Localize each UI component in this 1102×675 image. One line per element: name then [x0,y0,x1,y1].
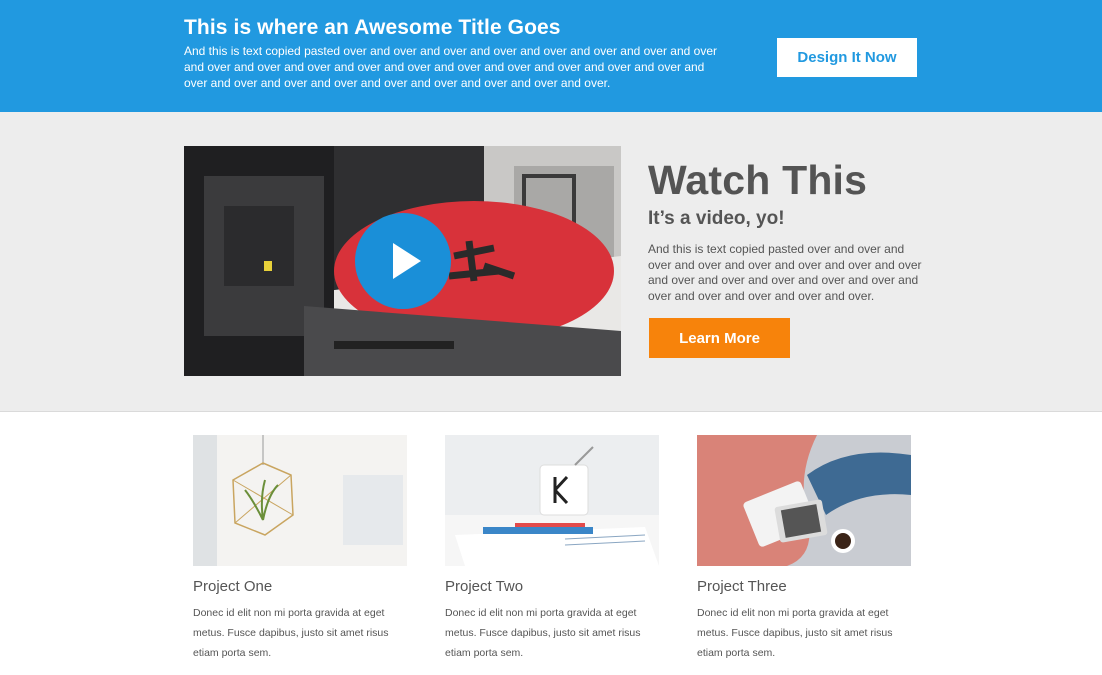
project-card-one: Project One Donec id elit non mi porta g… [193,435,407,663]
video-section-subtitle: It’s a video, yo! [648,208,785,229]
tablet-coffee-image [697,435,911,566]
desk-mug-image [445,435,659,566]
hero-title: This is where an Awesome Title Goes [184,16,561,39]
project-one-image[interactable] [193,435,407,566]
project-one-title[interactable]: Project One [193,578,407,595]
video-section-text: And this is text copied pasted over and … [648,242,922,303]
project-three-text: Donec id elit non mi porta gravida at eg… [697,607,893,659]
project-three-title[interactable]: Project Three [697,578,911,595]
video-section: Watch This It’s a video, yo! And this is… [0,112,1102,412]
hero-text: And this is text copied pasted over and … [184,44,718,90]
project-two-text: Donec id elit non mi porta gravida at eg… [445,607,641,659]
project-two-image[interactable] [445,435,659,566]
video-player[interactable] [184,146,621,376]
project-two-title[interactable]: Project Two [445,578,659,595]
project-one-text: Donec id elit non mi porta gravida at eg… [193,607,389,659]
project-card-three: Project Three Donec id elit non mi porta… [697,435,911,663]
project-three-image[interactable] [697,435,911,566]
hero-banner: This is where an Awesome Title Goes And … [0,0,1102,112]
learn-more-button[interactable]: Learn More [649,318,790,358]
video-section-title: Watch This [648,157,868,203]
play-icon[interactable] [355,213,451,309]
plant-terrarium-image [193,435,407,566]
design-it-now-button[interactable]: Design It Now [777,38,917,77]
project-card-two: Project Two Donec id elit non mi porta g… [445,435,659,663]
